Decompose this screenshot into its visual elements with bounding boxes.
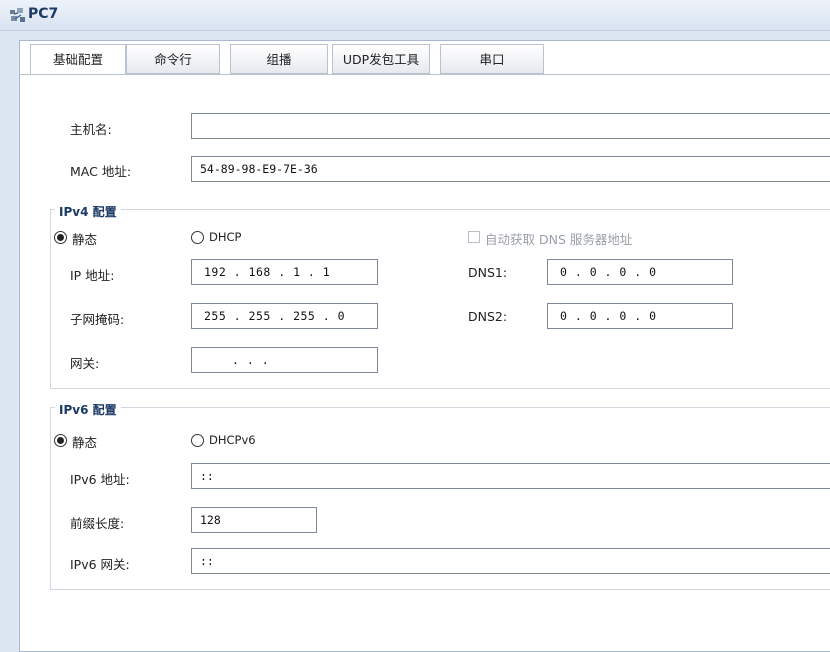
ipv4-static-radio[interactable] <box>54 231 67 244</box>
ipv6-static-label: 静态 <box>72 435 98 450</box>
dns1-input[interactable]: 0 . 0 . 0 . 0 <box>547 259 733 285</box>
config-panel: 基础配置 命令行 组播 UDP发包工具 串口 主机名: MAC 地址: 54-8… <box>19 40 830 652</box>
tab-serial[interactable]: 串口 <box>440 44 544 74</box>
ipv6-address-input[interactable]: :: <box>191 463 830 489</box>
gateway-input[interactable]: . . . <box>191 347 378 373</box>
ipv4-static-label: 静态 <box>72 232 98 247</box>
prefix-length-label: 前缀长度: <box>70 516 125 531</box>
ipv6-dhcp-label: DHCPv6 <box>209 433 256 447</box>
ipv4-dhcp-radio[interactable] <box>191 231 204 244</box>
hostname-input[interactable] <box>191 113 830 139</box>
mac-address-field[interactable]: 54-89-98-E9-7E-36 <box>191 156 830 182</box>
ipv4-group-title: IPv4 配置 <box>55 203 121 220</box>
auto-dns-checkbox[interactable] <box>468 231 480 243</box>
ip-address-input[interactable]: 192 . 168 . 1 . 1 <box>191 259 378 285</box>
dns2-label: DNS2: <box>468 309 508 324</box>
auto-dns-label: 自动获取 DNS 服务器地址 <box>485 232 633 247</box>
gateway-label: 网关: <box>70 356 100 371</box>
subnet-mask-input[interactable]: 255 . 255 . 255 . 0 <box>191 303 378 329</box>
ipv4-group: IPv4 配置 <box>50 203 830 389</box>
ipv6-dhcp-radio[interactable] <box>191 434 204 447</box>
hostname-label: 主机名: <box>70 122 112 137</box>
title-bar: PC7 <box>0 0 830 31</box>
ipv6-gateway-input[interactable]: :: <box>191 548 830 574</box>
subnet-mask-label: 子网掩码: <box>70 312 125 327</box>
ip-address-label: IP 地址: <box>70 268 115 283</box>
ipv6-address-label: IPv6 地址: <box>70 472 130 487</box>
ipv6-static-radio[interactable] <box>54 434 67 447</box>
tab-divider <box>20 74 830 75</box>
prefix-length-input[interactable]: 128 <box>191 507 317 533</box>
tab-command-line[interactable]: 命令行 <box>126 44 220 74</box>
tab-udp-tool[interactable]: UDP发包工具 <box>332 44 430 74</box>
ipv4-dhcp-label: DHCP <box>209 230 242 244</box>
pc-app-icon <box>10 8 25 22</box>
dns2-input[interactable]: 0 . 0 . 0 . 0 <box>547 303 733 329</box>
ipv6-gateway-label: IPv6 网关: <box>70 557 130 572</box>
ipv6-group-title: IPv6 配置 <box>55 401 121 418</box>
dns1-label: DNS1: <box>468 265 508 280</box>
window-title: PC7 <box>28 6 59 22</box>
tab-multicast[interactable]: 组播 <box>230 44 328 74</box>
tab-basic-config[interactable]: 基础配置 <box>30 44 126 75</box>
mac-label: MAC 地址: <box>70 164 132 179</box>
